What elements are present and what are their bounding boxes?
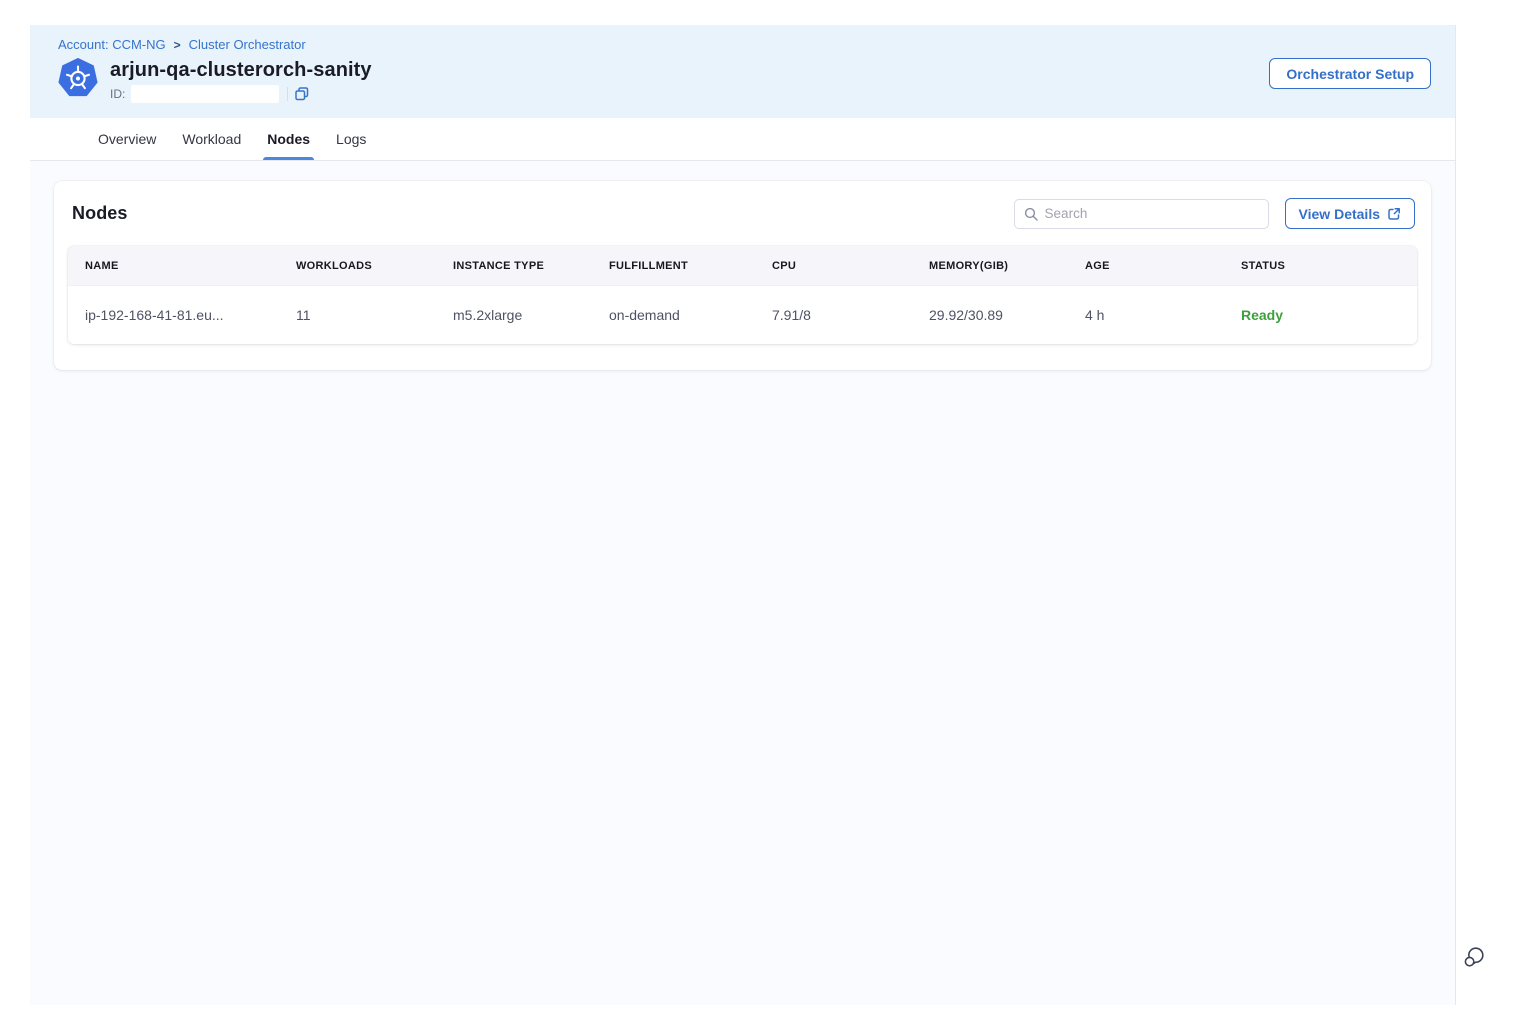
chat-bubbles-icon [1462,944,1488,970]
view-details-label: View Details [1299,206,1380,222]
cell-memory: 29.92/30.89 [912,286,1068,344]
chat-help-button[interactable] [1462,944,1488,970]
tab-logs-label: Logs [336,131,366,147]
page-title: arjun-qa-clusterorch-sanity [110,58,372,82]
column-header-cpu: CPU [755,246,912,285]
search-input[interactable] [1045,206,1259,221]
breadcrumb-cluster-orchestrator-link[interactable]: Cluster Orchestrator [189,37,306,52]
nodes-card-tools: View Details [1014,198,1415,229]
nodes-table-header-row: NAME WORKLOADS INSTANCE TYPE FULFILLMENT… [68,246,1417,285]
copy-icon[interactable] [294,86,310,102]
column-header-workloads: WORKLOADS [279,246,436,285]
breadcrumb: Account: CCM-NG > Cluster Orchestrator [58,37,1431,52]
cell-fulfillment: on-demand [592,286,755,344]
id-label: ID: [110,87,125,101]
id-value-redacted [131,85,279,103]
cell-instance-type: m5.2xlarge [436,286,592,344]
orchestrator-setup-button[interactable]: Orchestrator Setup [1269,58,1431,89]
column-header-memory: MEMORY(GIB) [912,246,1068,285]
tab-workload[interactable]: Workload [182,118,241,160]
tab-overview-label: Overview [98,131,156,147]
title-row: arjun-qa-clusterorch-sanity ID: [58,58,1431,103]
cluster-header: Account: CCM-NG > Cluster Orchestrator a… [30,25,1455,118]
tab-overview[interactable]: Overview [98,118,156,160]
tab-logs[interactable]: Logs [336,118,366,160]
search-box[interactable] [1014,199,1269,229]
tab-workload-label: Workload [182,131,241,147]
cell-node-name: ip-192-168-41-81.eu... [68,286,279,344]
breadcrumb-account-link[interactable]: Account: CCM-NG [58,37,166,52]
column-header-instance-type: INSTANCE TYPE [436,246,592,285]
divider [287,87,288,101]
view-details-button[interactable]: View Details [1285,198,1415,229]
cell-cpu: 7.91/8 [755,286,912,344]
breadcrumb-separator: > [174,38,181,52]
kubernetes-icon [58,58,98,98]
title-block: arjun-qa-clusterorch-sanity ID: [110,58,372,103]
nodes-card: Nodes View Details [54,181,1431,370]
nodes-card-header: Nodes View Details [68,198,1417,229]
app-container: Account: CCM-NG > Cluster Orchestrator a… [30,25,1456,1005]
cell-age: 4 h [1068,286,1224,344]
column-header-age: AGE [1068,246,1224,285]
table-row[interactable]: ip-192-168-41-81.eu... 11 m5.2xlarge on-… [68,285,1417,344]
status-badge: Ready [1224,286,1417,344]
column-header-name: NAME [68,246,279,285]
nodes-heading: Nodes [72,203,128,224]
nodes-table: NAME WORKLOADS INSTANCE TYPE FULFILLMENT… [68,246,1417,344]
page-body: Nodes View Details [30,161,1455,390]
external-link-icon [1387,207,1401,221]
active-tab-indicator [263,157,314,160]
column-header-status: STATUS [1224,246,1417,285]
tab-nodes-label: Nodes [267,131,310,147]
cell-workloads: 11 [279,286,436,344]
cluster-id-row: ID: [110,85,372,103]
tab-nodes[interactable]: Nodes [267,118,310,160]
search-icon [1024,207,1038,221]
column-header-fulfillment: FULFILLMENT [592,246,755,285]
tab-bar: Overview Workload Nodes Logs [30,118,1455,161]
